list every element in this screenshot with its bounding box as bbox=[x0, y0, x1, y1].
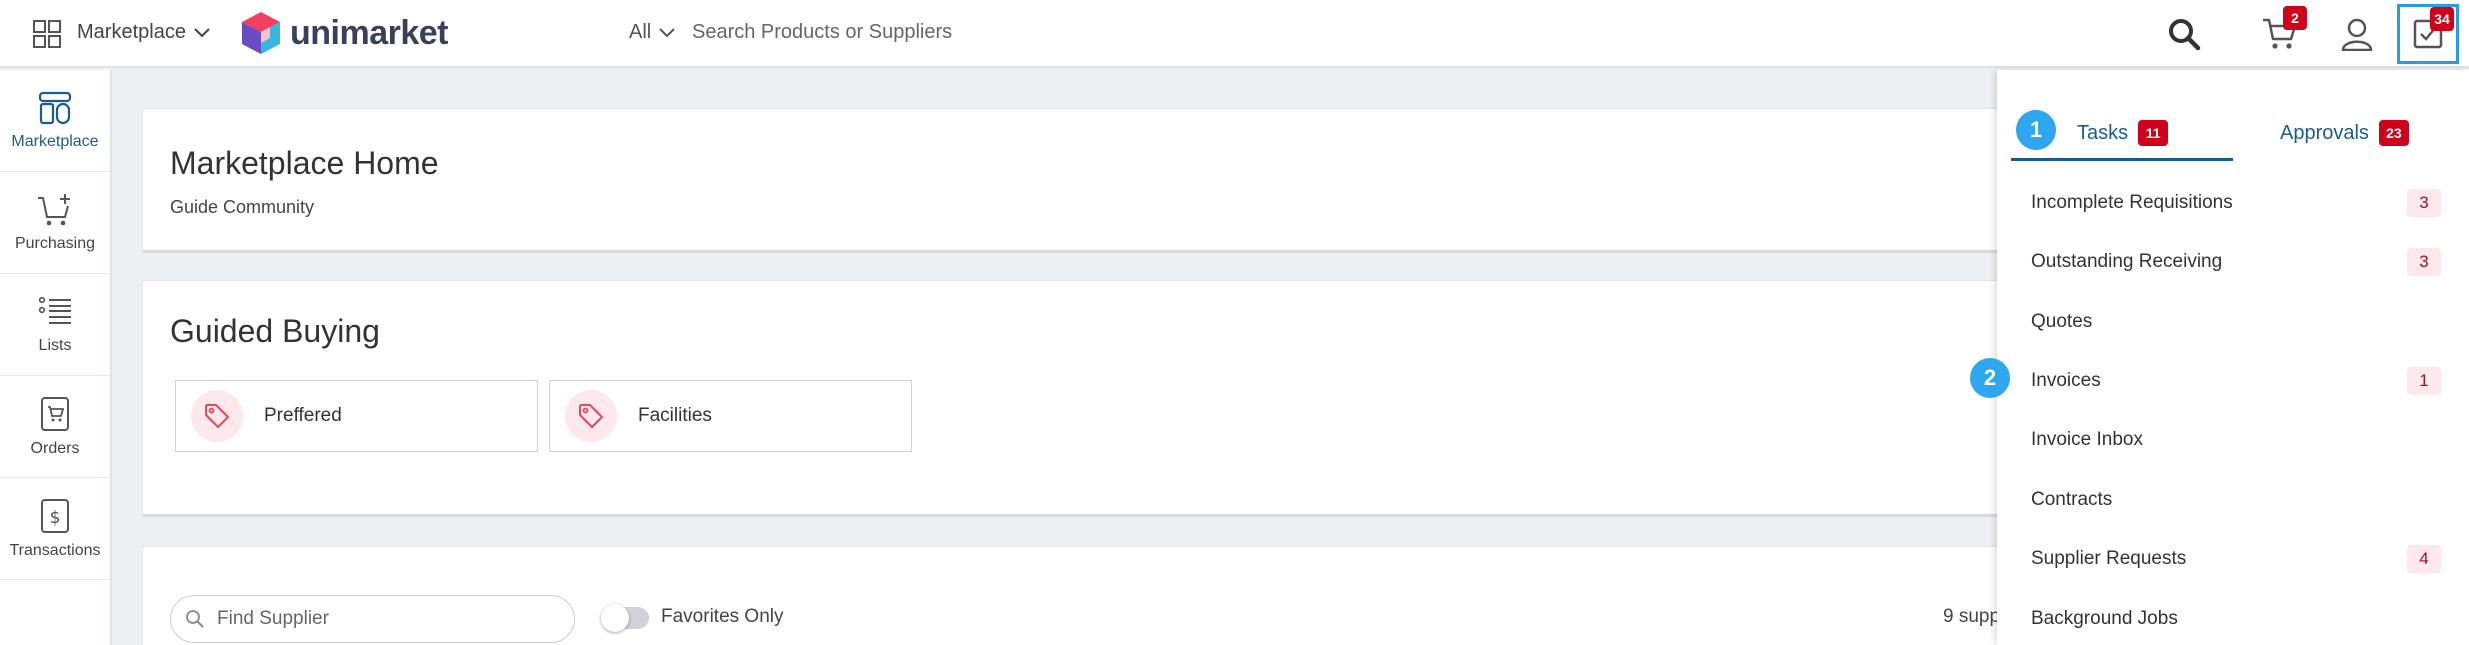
guided-buying-tile-facilities[interactable]: Facilities bbox=[549, 380, 912, 452]
search-scope-select[interactable]: All bbox=[629, 21, 675, 44]
tasks-panel: Tasks 11 Approvals 23 Incomplete Requisi… bbox=[1997, 70, 2469, 645]
search-icon bbox=[2169, 19, 2201, 51]
cart-button[interactable]: 2 bbox=[2260, 6, 2307, 54]
tab-label: Approvals bbox=[2280, 121, 2369, 144]
suppliers-card: Find Supplier Favorites Only 9 supp bbox=[142, 546, 2012, 645]
task-count-badge: 3 bbox=[2407, 248, 2441, 276]
task-item-background-jobs[interactable]: Background Jobs bbox=[2031, 599, 2441, 639]
sidebar-item-label: Lists bbox=[38, 336, 72, 354]
guided-buying-title: Guided Buying bbox=[170, 313, 380, 349]
tab-approvals[interactable]: Approvals 23 bbox=[2280, 120, 2409, 146]
sidebar-item-label: Orders bbox=[30, 439, 80, 457]
tasks-count-badge: 34 bbox=[2430, 7, 2454, 31]
sidebar-item-transactions[interactable]: $ Transactions bbox=[0, 478, 110, 580]
task-item-label: Outstanding Receiving bbox=[2031, 251, 2223, 272]
task-item-invoices[interactable]: Invoices 1 bbox=[2031, 361, 2441, 401]
storefront-icon bbox=[38, 91, 72, 124]
task-item-supplier-requests[interactable]: Supplier Requests 4 bbox=[2031, 539, 2441, 579]
cart-add-icon bbox=[38, 193, 70, 225]
tab-count-badge: 11 bbox=[2138, 120, 2169, 146]
task-count-badge: 4 bbox=[2407, 545, 2441, 573]
sidebar-item-label: Transactions bbox=[9, 541, 101, 559]
task-item-invoice-inbox[interactable]: Invoice Inbox bbox=[2031, 420, 2441, 460]
task-item-label: Supplier Requests bbox=[2031, 548, 2187, 569]
guided-buying-tile-preffered[interactable]: Preffered bbox=[175, 380, 538, 452]
app-switcher[interactable]: Marketplace bbox=[77, 21, 210, 44]
task-item-label: Background Jobs bbox=[2031, 608, 2178, 629]
apps-grid-icon[interactable] bbox=[33, 20, 61, 48]
task-item-label: Quotes bbox=[2031, 311, 2093, 332]
sidebar-item-marketplace[interactable]: Marketplace bbox=[0, 70, 110, 172]
task-item-contracts[interactable]: Contracts bbox=[2031, 480, 2441, 520]
cart-count-badge: 2 bbox=[2283, 6, 2307, 30]
task-item-label: Incomplete Requisitions bbox=[2031, 192, 2233, 213]
tab-tasks[interactable]: Tasks 11 bbox=[2077, 120, 2169, 146]
community-name: Guide Community bbox=[170, 197, 315, 217]
tab-count-badge: 23 bbox=[2378, 120, 2409, 146]
order-cart-icon bbox=[41, 396, 69, 431]
search-icon bbox=[186, 610, 204, 628]
list-icon bbox=[38, 296, 71, 324]
step-marker-1: 1 bbox=[2016, 110, 2056, 150]
tag-icon bbox=[191, 390, 243, 442]
task-item-label: Invoices bbox=[2031, 370, 2101, 391]
tag-icon bbox=[565, 390, 617, 442]
sidebar-item-label: Purchasing bbox=[14, 234, 96, 252]
search-button[interactable] bbox=[2164, 14, 2204, 54]
page-title: Marketplace Home bbox=[170, 145, 439, 181]
sidebar-item-purchasing[interactable]: Purchasing bbox=[0, 172, 110, 274]
sidebar-item-label: Marketplace bbox=[11, 132, 99, 150]
tab-label: Tasks bbox=[2077, 121, 2129, 144]
task-count-badge: 3 bbox=[2407, 189, 2441, 217]
tasks-button[interactable]: 34 bbox=[2397, 4, 2459, 64]
search-scope-label: All bbox=[629, 21, 652, 43]
favorites-only-label: Favorites Only bbox=[661, 606, 784, 627]
find-supplier-placeholder: Find Supplier bbox=[217, 608, 329, 629]
unimarket-cube-icon bbox=[242, 12, 280, 54]
supplier-count: 9 supp bbox=[1943, 606, 2001, 627]
task-count-badge: 1 bbox=[2407, 367, 2441, 395]
task-item-label: Contracts bbox=[2031, 489, 2113, 510]
task-item-outstanding-receiving[interactable]: Outstanding Receiving 3 bbox=[2031, 242, 2441, 282]
unimarket-logo[interactable]: unimarket bbox=[240, 10, 449, 56]
active-tab-indicator bbox=[2011, 158, 2233, 161]
account-button[interactable] bbox=[2337, 14, 2377, 54]
task-item-quotes[interactable]: Quotes bbox=[2031, 302, 2441, 342]
receipt-dollar-icon: $ bbox=[41, 498, 69, 533]
sidebar-item-orders[interactable]: Orders bbox=[0, 376, 110, 478]
search-input[interactable]: Search Products or Suppliers bbox=[692, 21, 952, 44]
logo-text: unimarket bbox=[290, 13, 449, 52]
svg-text:$: $ bbox=[50, 508, 61, 528]
task-item-label: Invoice Inbox bbox=[2031, 429, 2143, 450]
chevron-down-icon bbox=[659, 27, 675, 37]
chevron-down-icon bbox=[194, 27, 210, 37]
find-supplier-input[interactable]: Find Supplier bbox=[170, 595, 575, 643]
sidebar-item-lists[interactable]: Lists bbox=[0, 274, 110, 376]
guided-buying-tile-label: Preffered bbox=[264, 405, 342, 426]
user-icon bbox=[2341, 18, 2373, 51]
marketplace-home-card: Marketplace Home Guide Community bbox=[142, 108, 2012, 253]
guided-buying-card: Guided Buying Preffered Facilities bbox=[142, 280, 2012, 517]
top-bar: Marketplace unimarket All Search Product… bbox=[0, 0, 2469, 68]
step-marker-2: 2 bbox=[1970, 358, 2010, 398]
guided-buying-tile-label: Facilities bbox=[638, 405, 712, 426]
sidebar: Marketplace Purchasing Lists Orders $ Tr… bbox=[0, 70, 112, 645]
favorites-only-toggle[interactable] bbox=[601, 604, 649, 632]
app-switcher-label: Marketplace bbox=[77, 21, 186, 43]
task-item-incomplete-requisitions[interactable]: Incomplete Requisitions 3 bbox=[2031, 183, 2441, 223]
